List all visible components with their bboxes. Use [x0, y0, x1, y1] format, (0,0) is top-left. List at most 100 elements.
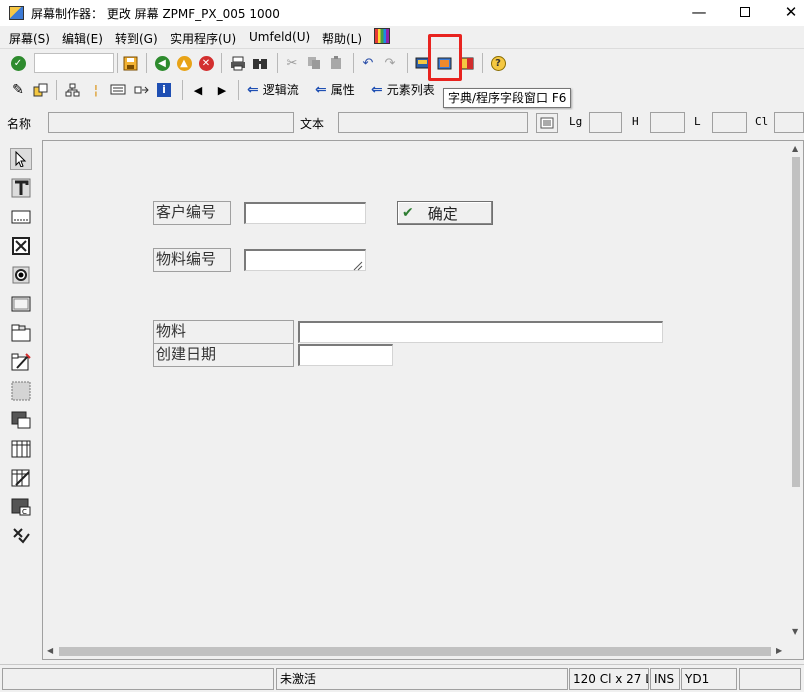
other-object-button[interactable]: [30, 80, 50, 100]
flow-logic-button[interactable]: ⇐ 逻辑流: [247, 81, 299, 98]
minimize-button[interactable]: —: [676, 0, 722, 26]
paste-icon: [331, 56, 341, 69]
hierarchy-icon: [65, 83, 79, 97]
column-label: Cl: [755, 115, 769, 128]
next-screen-button[interactable]: ▶: [212, 80, 232, 100]
vertical-scroll-thumb[interactable]: [792, 157, 800, 487]
scroll-left-icon[interactable]: ◀: [47, 646, 53, 655]
palette-custom-control[interactable]: C: [10, 496, 32, 518]
menu-environment[interactable]: Umfeld(U): [249, 30, 310, 44]
customer-number-input[interactable]: [244, 202, 366, 224]
paste-button[interactable]: [326, 53, 346, 73]
scroll-right-icon[interactable]: ▶: [776, 646, 782, 655]
palette-status-icon[interactable]: [10, 525, 32, 547]
horizontal-scroll-thumb[interactable]: [59, 647, 771, 656]
insert-mode-indicator[interactable]: INS: [650, 668, 680, 690]
material-label[interactable]: 物料: [153, 320, 294, 344]
print-icon: [231, 56, 245, 70]
length-label: Lg: [569, 115, 583, 128]
line-field[interactable]: [712, 112, 747, 133]
info-icon: i: [157, 83, 171, 97]
menu-goto[interactable]: 转到(G): [115, 30, 158, 47]
name-field[interactable]: [48, 112, 294, 133]
screen-canvas-area[interactable]: 客户编号 ✔ 确定 物料编号 物料 创建日期: [45, 143, 790, 641]
customer-number-label[interactable]: 客户编号: [153, 201, 231, 225]
cut-button[interactable]: ✂: [282, 53, 302, 73]
material-input[interactable]: [298, 321, 663, 343]
where-used-button[interactable]: ¦: [86, 80, 106, 100]
length-field[interactable]: [589, 112, 622, 133]
created-date-input[interactable]: [298, 344, 393, 366]
palette-tabstrip[interactable]: [10, 322, 32, 344]
palette-box[interactable]: [10, 380, 32, 402]
color-palette-icon[interactable]: [374, 28, 390, 44]
menu-bar: 屏幕(S) 编辑(E) 转到(G) 实用程序(U) Umfeld(U) 帮助(L…: [0, 26, 804, 48]
menu-help[interactable]: 帮助(L): [322, 30, 362, 47]
save-button[interactable]: [120, 53, 140, 73]
help-icon: ?: [490, 55, 506, 71]
text-field[interactable]: [338, 112, 528, 133]
palette-table-wizard[interactable]: [10, 467, 32, 489]
menu-edit[interactable]: 编辑(E): [62, 30, 103, 47]
close-button[interactable]: ✕: [768, 0, 804, 26]
material-number-input[interactable]: [244, 249, 366, 271]
scroll-down-icon[interactable]: ▼: [792, 627, 798, 636]
element-attributes-row: 名称 文本 Lg H L Cl: [0, 110, 804, 136]
column-field[interactable]: [774, 112, 804, 133]
information-button[interactable]: i: [154, 80, 174, 100]
pushbutton-icon: [11, 296, 31, 312]
created-date-label[interactable]: 创建日期: [153, 343, 294, 367]
display-object-list-button[interactable]: [108, 80, 128, 100]
cancel-icon: ✕: [198, 55, 214, 71]
print-button[interactable]: [228, 53, 248, 73]
table-wizard-icon: [11, 469, 30, 487]
undo-button[interactable]: ↶: [358, 53, 378, 73]
redo-button[interactable]: ↷: [380, 53, 400, 73]
element-list-button[interactable]: ⇐ 元素列表: [371, 81, 435, 98]
lightbulb-icon: ¦: [93, 82, 99, 98]
palette-select-pointer[interactable]: [10, 148, 32, 170]
scroll-up-icon[interactable]: ▲: [792, 144, 798, 153]
copy-button[interactable]: [304, 53, 324, 73]
exit-button[interactable]: ▲: [174, 53, 194, 73]
confirm-button[interactable]: ✔ 确定: [397, 201, 493, 225]
menu-utilities[interactable]: 实用程序(U): [170, 30, 236, 47]
pointer-icon: [15, 151, 27, 167]
vertical-scrollbar[interactable]: ▲ ▼: [789, 141, 803, 641]
triangle-right-icon: ▶: [217, 83, 227, 97]
palette-pushbutton[interactable]: [10, 293, 32, 315]
attributes-button[interactable]: ⇐ 属性: [315, 81, 355, 98]
previous-screen-button[interactable]: ◀: [188, 80, 208, 100]
palette-input-field[interactable]: [10, 206, 32, 228]
palette-subscreen[interactable]: [10, 409, 32, 431]
screen-painter-window: 屏幕制作器： 更改 屏幕 ZPMF_PX_005 1000 — ✕ 屏幕(S) …: [0, 0, 804, 692]
material-number-label[interactable]: 物料编号: [153, 248, 231, 272]
command-field[interactable]: [34, 53, 114, 73]
binoculars-icon: [253, 58, 267, 69]
palette-text-field[interactable]: [10, 177, 32, 199]
navigation-icon: [134, 86, 149, 94]
navigate-button[interactable]: [132, 80, 152, 100]
hierarchy-button[interactable]: [62, 80, 82, 100]
cancel-button[interactable]: ✕: [196, 53, 216, 73]
height-label: H: [632, 115, 639, 128]
height-field[interactable]: [650, 112, 685, 133]
toggle-display-change-button[interactable]: ✎: [8, 80, 28, 100]
back-button[interactable]: ◀: [152, 53, 172, 73]
find-button[interactable]: [250, 53, 270, 73]
redo-icon: ↷: [384, 55, 396, 71]
arrow-left-icon: ⇐: [371, 81, 383, 98]
arrow-left-icon: ⇐: [315, 81, 327, 98]
horizontal-scrollbar[interactable]: ◀ ▶: [43, 643, 789, 659]
icon-picker-button[interactable]: [536, 113, 558, 133]
line-label: L: [694, 115, 701, 128]
palette-radio-button[interactable]: [10, 264, 32, 286]
palette-checkbox[interactable]: [10, 235, 32, 257]
enter-button[interactable]: ✓: [8, 53, 28, 73]
palette-table-control[interactable]: [10, 438, 32, 460]
menu-screen[interactable]: 屏幕(S): [9, 30, 50, 47]
palette-tabstrip-wizard[interactable]: [10, 351, 32, 373]
help-button[interactable]: ?: [488, 53, 508, 73]
maximize-icon: [740, 7, 750, 17]
maximize-button[interactable]: [722, 0, 768, 26]
